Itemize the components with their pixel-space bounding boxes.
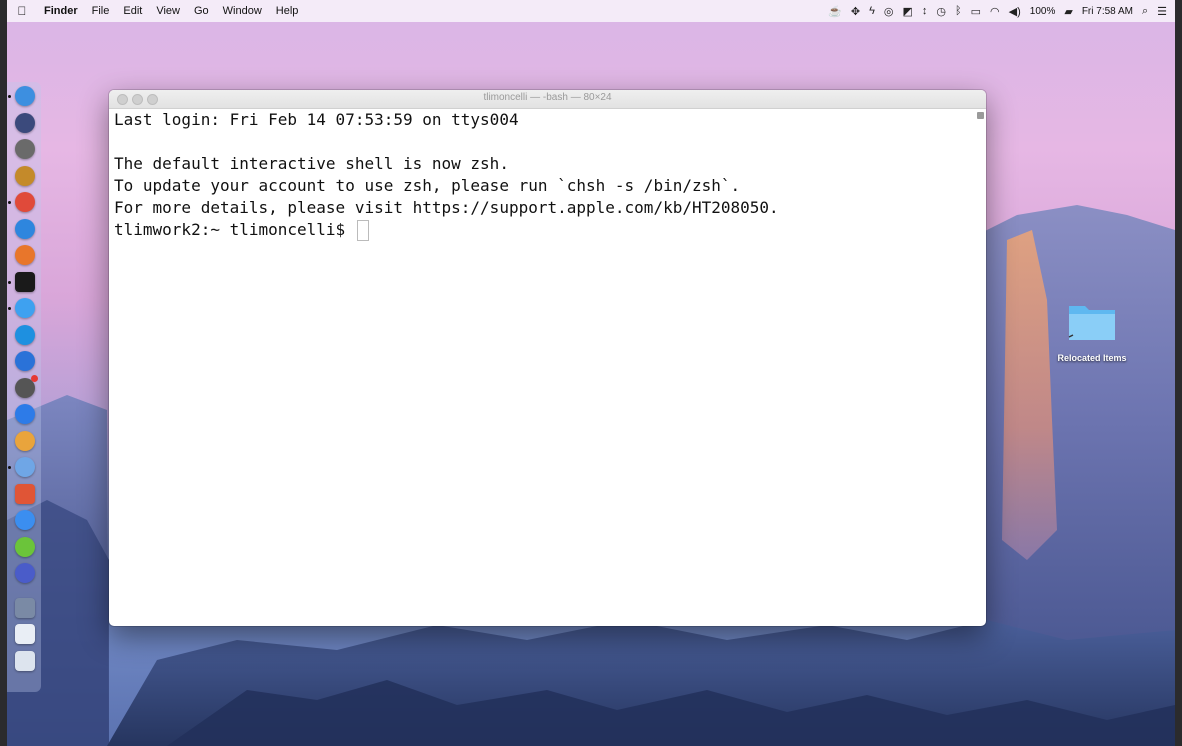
folder-icon — [1068, 306, 1115, 340]
running-indicator — [8, 280, 11, 284]
battery-percentage[interactable]: 100% — [1030, 6, 1056, 17]
dock-skype-icon[interactable] — [15, 324, 35, 345]
running-indicator — [8, 466, 11, 469]
window-title: tlimoncelli — -bash — 80×24 — [483, 92, 612, 103]
dropbox-icon[interactable]: ✥ — [851, 5, 860, 18]
menu-help[interactable]: Help — [269, 5, 306, 17]
dock-chrome-icon[interactable] — [15, 192, 35, 212]
dock-photos-icon[interactable] — [15, 430, 35, 451]
terminal-line: The default interactive shell is now zsh… — [114, 154, 509, 173]
dock-itunes-icon[interactable] — [15, 510, 35, 530]
dock — [7, 82, 41, 692]
dock-discord-icon[interactable] — [15, 563, 35, 583]
menubar-clock[interactable]: Fri 7:58 AM — [1082, 6, 1133, 17]
arrow-updown-icon[interactable]: ↕ — [922, 5, 928, 17]
dock-lime-icon[interactable] — [15, 536, 35, 557]
coffee-icon[interactable]: ☕ — [828, 5, 842, 18]
terminal-output[interactable]: Last login: Fri Feb 14 07:53:59 on ttys0… — [109, 109, 986, 626]
folder-label: Relocated Items — [1057, 353, 1127, 363]
dock-firefox-icon[interactable] — [15, 245, 35, 265]
apple-menu-icon[interactable]:  — [7, 4, 37, 18]
dock-finder-icon[interactable] — [15, 86, 35, 106]
running-indicator — [8, 95, 11, 98]
drive-icon[interactable]: ◩ — [903, 5, 913, 18]
status-menus: ☕ ✥ ϟ ◎ ◩ ↕ ◷ ᛒ ▭ ◠ ◀) 100% ▰ Fri 7:58 A… — [828, 5, 1175, 18]
scrollbar[interactable] — [977, 112, 984, 119]
dock-signal-icon[interactable] — [15, 351, 35, 371]
terminal-prompt-line[interactable]: tlimwork2:~ tlimoncelli$ — [114, 219, 986, 241]
dock-stacks-icon[interactable] — [15, 597, 35, 618]
running-indicator — [8, 201, 11, 204]
terminal-line: For more details, please visit https://s… — [114, 198, 779, 217]
dock-trash-icon[interactable] — [15, 650, 35, 671]
terminal-window[interactable]: tlimoncelli — -bash — 80×24 Last login: … — [109, 90, 986, 626]
dock-document-icon[interactable] — [15, 624, 35, 644]
desktop[interactable]:  Finder File Edit View Go Window Help ☕… — [7, 0, 1175, 746]
dock-safari-icon[interactable] — [15, 218, 35, 239]
running-indicator — [8, 307, 11, 310]
menu-go[interactable]: Go — [187, 5, 216, 17]
text-cursor — [356, 220, 369, 241]
dock-system-preferences-icon[interactable] — [15, 374, 38, 398]
terminal-line: Last login: Fri Feb 14 07:53:59 on ttys0… — [114, 110, 519, 129]
dock-zotero-icon[interactable] — [15, 483, 35, 504]
window-titlebar[interactable]: tlimoncelli — -bash — 80×24 — [109, 90, 986, 109]
notification-badge — [31, 374, 38, 382]
time-machine-icon[interactable]: ◷ — [936, 5, 946, 18]
dock-finder-window-icon[interactable] — [15, 457, 35, 477]
bluetooth-icon[interactable]: ᛒ — [955, 5, 962, 17]
desktop-folder[interactable]: Relocated Items — [1047, 300, 1137, 363]
display-icon[interactable]: ▭ — [971, 5, 981, 18]
wifi-icon[interactable]: ◠ — [990, 5, 1000, 18]
menu-file[interactable]: File — [85, 5, 117, 17]
spotlight-search-icon[interactable]: ⌕ — [1142, 5, 1148, 18]
menu-window[interactable]: Window — [216, 5, 269, 17]
menu-view[interactable]: View — [149, 5, 187, 17]
menu-app-finder[interactable]: Finder — [37, 5, 85, 17]
dock-messages-icon[interactable] — [15, 298, 35, 318]
at-sign-icon[interactable]: ◎ — [884, 5, 894, 18]
dock-rocket-icon[interactable] — [15, 139, 35, 159]
dock-app-store-icon[interactable] — [15, 404, 35, 424]
lightning-icon[interactable]: ϟ — [869, 5, 875, 17]
dock-podcasts-icon[interactable] — [15, 165, 35, 186]
menu-bar:  Finder File Edit View Go Window Help ☕… — [7, 0, 1175, 22]
terminal-line: To update your account to use zsh, pleas… — [114, 176, 741, 195]
notification-center-icon[interactable]: ☰ — [1157, 5, 1167, 18]
battery-icon[interactable]: ▰ — [1064, 5, 1072, 18]
menu-edit[interactable]: Edit — [116, 5, 149, 17]
shell-prompt: tlimwork2:~ tlimoncelli$ — [114, 220, 355, 239]
volume-icon[interactable]: ◀) — [1009, 5, 1021, 18]
dock-terminal-icon[interactable] — [15, 271, 35, 292]
dock-launchpad-icon[interactable] — [15, 112, 35, 133]
